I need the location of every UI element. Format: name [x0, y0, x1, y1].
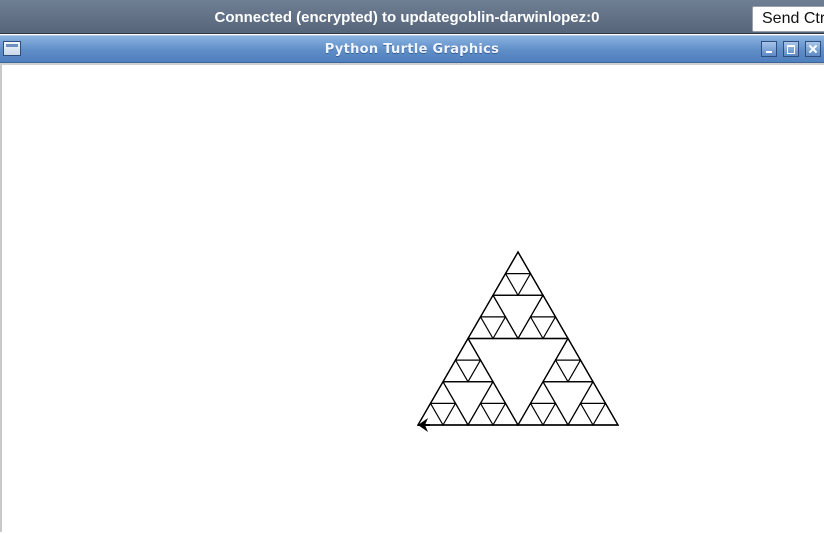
triangle-segment: [566, 402, 595, 426]
triangle-segment: [491, 315, 520, 340]
triangle-segment: [491, 272, 520, 296]
triangle-segment: [441, 402, 470, 426]
triangle-segment: [441, 358, 470, 383]
triangle-segment: [454, 337, 482, 361]
triangle-segment: [541, 315, 570, 340]
triangle-segment: [529, 294, 557, 318]
vnc-status-bar: Connected (encrypted) to updategoblin-da…: [0, 0, 824, 34]
window-title: Python Turtle Graphics: [324, 42, 500, 57]
connection-status-text: Connected (encrypted) to updategoblin-da…: [214, 9, 600, 26]
turtle-arrow-icon: [418, 418, 430, 432]
triangle-segment: [579, 380, 607, 404]
triangle-segment: [466, 358, 495, 383]
minimize-icon[interactable]: [761, 41, 777, 57]
send-ctrl-alt-del-button[interactable]: Send Ctrl-Alt-Del: [752, 6, 824, 32]
triangle-segment: [566, 358, 595, 383]
maximize-icon[interactable]: [783, 41, 799, 57]
triangle-segment: [429, 380, 457, 404]
turtle-graphics-window: Python Turtle Graphics: [0, 35, 824, 532]
turtle-canvas[interactable]: [2, 65, 824, 534]
triangle-segment: [591, 402, 620, 426]
triangle-segment: [479, 294, 507, 318]
triangle-segment: [516, 402, 545, 426]
triangle-segment: [466, 315, 495, 340]
triangle-segment: [504, 250, 532, 275]
triangle-segment: [541, 402, 570, 426]
triangle-segment: [491, 402, 520, 426]
window-titlebar[interactable]: Python Turtle Graphics: [0, 35, 824, 63]
close-icon[interactable]: [805, 41, 821, 57]
triangle-segment: [416, 402, 445, 426]
triangle-segment: [541, 358, 570, 383]
triangle-segment: [554, 337, 582, 361]
triangle-segment: [529, 380, 557, 404]
triangle-segment: [466, 402, 495, 426]
turtle-canvas-area[interactable]: [0, 63, 824, 532]
triangle-segment: [516, 272, 545, 296]
triangle-segment: [516, 315, 545, 340]
triangle-segment: [479, 380, 507, 404]
sierpinski-triangle: [416, 250, 620, 426]
